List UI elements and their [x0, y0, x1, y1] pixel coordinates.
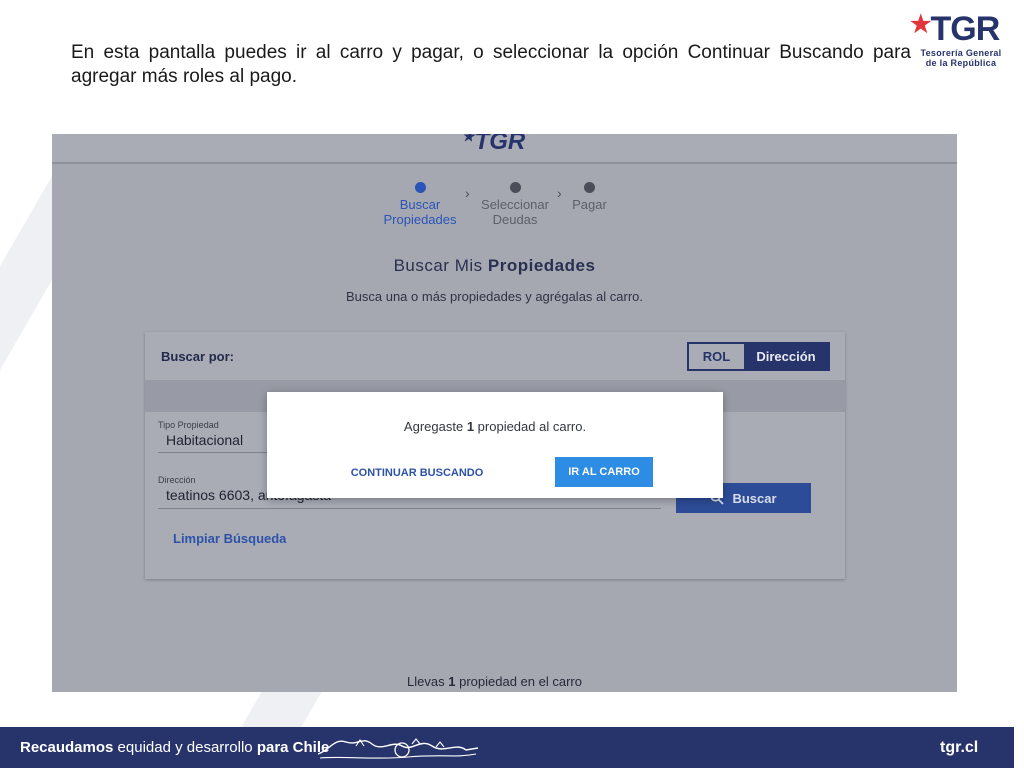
progress-steps: Buscar Propiedades › Seleccionar Deudas … — [52, 182, 957, 234]
toggle-rol[interactable]: ROL — [689, 344, 744, 369]
search-card-header: Buscar por: ROL Dirección — [145, 332, 845, 380]
intro-text: En esta pantalla puedes ir al carro y pa… — [71, 42, 911, 87]
star-icon: ★ — [910, 11, 931, 38]
cart-count: 1 — [448, 674, 456, 689]
go-to-cart-button[interactable]: IR AL CARRO — [555, 457, 653, 487]
chevron-right-icon: › — [465, 185, 470, 201]
tgr-logo-subtitle: Tesorería General de la República — [920, 48, 1002, 68]
dialog-message: Agregaste 1 propiedad al carro. — [403, 419, 587, 434]
footer-site[interactable]: tgr.cl — [940, 739, 978, 757]
page-title-bold: Propiedades — [487, 256, 596, 275]
chile-map-illustration — [317, 738, 479, 759]
step-dot — [509, 182, 521, 193]
step-buscar-propiedades: Buscar Propiedades — [377, 182, 463, 227]
step-seleccionar-deudas: Seleccionar Deudas — [475, 182, 555, 227]
added-to-cart-dialog: Agregaste 1 propiedad al carro. CONTINUA… — [267, 392, 723, 498]
background-stripe — [238, 692, 322, 732]
step-pagar: Pagar — [567, 182, 612, 212]
cart-status: Llevas 1 propiedad en el carro — [407, 674, 582, 689]
chevron-right-icon: › — [557, 185, 562, 201]
page-title-light: Buscar Mis — [393, 256, 483, 275]
app-logo[interactable]: ★TGR — [462, 134, 525, 156]
page-title: Buscar Mis Propiedades — [52, 256, 937, 276]
star-icon: ★ — [462, 134, 475, 144]
dialog-count: 1 — [466, 419, 475, 434]
continue-searching-button[interactable]: CONTINUAR BUSCANDO — [343, 458, 491, 488]
toggle-direccion[interactable]: Dirección — [744, 344, 828, 369]
search-mode-toggle: ROL Dirección — [687, 342, 830, 371]
tgr-logo-mark: ★TGR — [910, 10, 1000, 48]
app-header: ★TGR — [52, 134, 957, 164]
step-dot — [414, 182, 426, 193]
clear-search-link[interactable]: Limpiar Búsqueda — [173, 531, 286, 546]
page-subtitle: Busca una o más propiedades y agrégalas … — [345, 289, 643, 304]
slide-footer: Recaudamos equidad y desarrollo para Chi… — [0, 727, 1014, 768]
app-screenshot: ★TGR Buscar Propiedades › Seleccionar De… — [52, 134, 957, 692]
footer-slogan: Recaudamos equidad y desarrollo para Chi… — [20, 739, 330, 756]
search-button-label: Buscar — [732, 490, 777, 506]
tgr-corner-logo: ★TGR Tesorería General de la República — [910, 10, 1010, 72]
search-by-label: Buscar por: — [161, 349, 234, 364]
step-dot — [584, 182, 595, 193]
